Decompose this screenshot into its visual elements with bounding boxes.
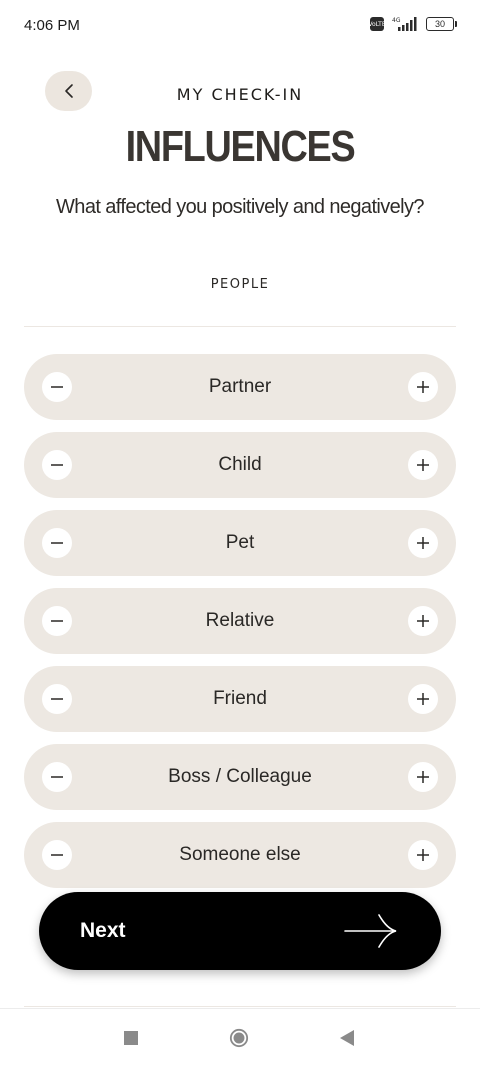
- svg-text:4G: 4G: [392, 17, 401, 24]
- list-item: Child: [24, 432, 456, 498]
- decrease-button[interactable]: [42, 528, 72, 558]
- minus-icon: [51, 620, 63, 622]
- increase-button[interactable]: [408, 528, 438, 558]
- plus-icon: [417, 693, 429, 705]
- list-item-label: Relative: [205, 610, 275, 631]
- list-item: Friend: [24, 666, 456, 732]
- battery-icon: 30: [426, 17, 457, 31]
- minus-icon: [51, 854, 63, 856]
- plus-icon: [417, 849, 429, 861]
- category-label: PEOPLE: [210, 277, 270, 292]
- list-item: Someone else: [24, 822, 456, 888]
- increase-button[interactable]: [408, 372, 438, 402]
- list-item: Relative: [24, 588, 456, 654]
- decrease-button[interactable]: [42, 450, 72, 480]
- circle-icon: [229, 1028, 249, 1048]
- increase-button[interactable]: [408, 450, 438, 480]
- increase-button[interactable]: [408, 840, 438, 870]
- next-button[interactable]: Next: [39, 892, 441, 970]
- list-item: Pet: [24, 510, 456, 576]
- volte-icon: VoLTE: [368, 17, 386, 31]
- back-nav-button[interactable]: [337, 1028, 357, 1048]
- plus-icon: [417, 771, 429, 783]
- decrease-button[interactable]: [42, 372, 72, 402]
- signal-icon: 4G: [392, 17, 417, 31]
- plus-icon: [417, 381, 429, 393]
- minus-icon: [51, 698, 63, 700]
- list-item: Partner: [24, 354, 456, 420]
- arrow-right-icon: [344, 914, 397, 948]
- minus-icon: [51, 776, 63, 778]
- minus-icon: [51, 542, 63, 544]
- divider: [24, 326, 456, 327]
- triangle-back-icon: [340, 1030, 354, 1046]
- next-button-label: Next: [80, 919, 126, 942]
- decrease-button[interactable]: [42, 762, 72, 792]
- plus-icon: [417, 615, 429, 627]
- home-button[interactable]: [229, 1028, 249, 1048]
- increase-button[interactable]: [408, 684, 438, 714]
- status-time: 4:06 PM: [24, 17, 80, 34]
- list-item: Boss / Colleague: [24, 744, 456, 810]
- minus-icon: [51, 464, 63, 466]
- list-item-label: Boss / Colleague: [168, 766, 312, 787]
- section-label: MY CHECK-IN: [176, 85, 304, 104]
- system-nav-bar: [0, 1008, 480, 1068]
- decrease-button[interactable]: [42, 684, 72, 714]
- divider: [24, 1006, 456, 1007]
- list-item-label: Child: [218, 454, 262, 475]
- decrease-button[interactable]: [42, 840, 72, 870]
- list-item-label: Friend: [213, 688, 267, 709]
- square-icon: [124, 1031, 138, 1045]
- minus-icon: [51, 386, 63, 388]
- increase-button[interactable]: [408, 762, 438, 792]
- decrease-button[interactable]: [42, 606, 72, 636]
- list-item-label: Pet: [225, 532, 255, 553]
- plus-icon: [417, 537, 429, 549]
- increase-button[interactable]: [408, 606, 438, 636]
- list-item-label: Someone else: [179, 844, 301, 865]
- page-subtitle: What affected you positively and negativ…: [56, 196, 425, 218]
- list-item-label: Partner: [208, 376, 272, 397]
- status-icons: VoLTE 4G 30: [368, 16, 457, 32]
- page-title: INFLUENCES: [125, 122, 356, 171]
- status-bar: 4:06 PM VoLTE 4G 30: [0, 0, 480, 52]
- plus-icon: [417, 459, 429, 471]
- influence-list: Partner Child Pet Relative Friend Boss /…: [24, 354, 456, 900]
- recent-apps-button[interactable]: [121, 1028, 141, 1048]
